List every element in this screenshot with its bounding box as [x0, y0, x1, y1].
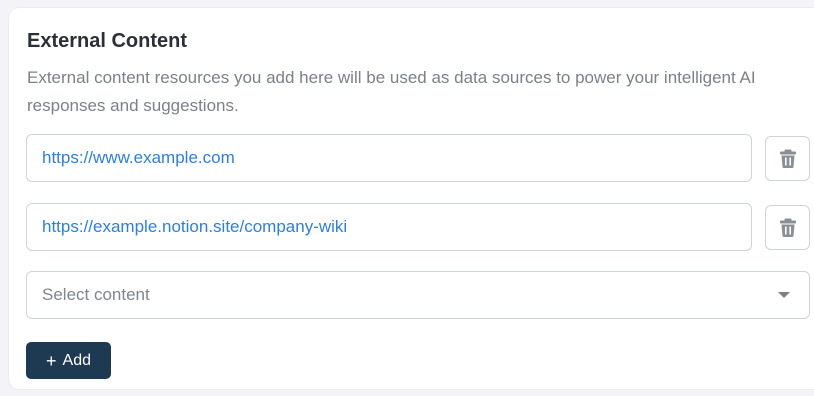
section-description: External content resources you add here …	[27, 68, 756, 115]
caret-down-icon	[778, 292, 790, 298]
delete-resource-button[interactable]	[765, 135, 810, 181]
plus-icon: +	[46, 350, 57, 371]
add-button-label: Add	[62, 351, 91, 369]
trash-icon	[779, 149, 796, 168]
content-select-placeholder: Select content	[42, 285, 150, 304]
add-content-button[interactable]: + Add	[26, 342, 111, 379]
trash-icon	[779, 218, 796, 237]
section-title: External Content	[27, 30, 188, 52]
resource-row	[26, 134, 810, 182]
resource-url-input[interactable]	[26, 203, 752, 251]
resource-url-input[interactable]	[26, 134, 752, 182]
resource-row	[26, 203, 810, 251]
delete-resource-button[interactable]	[765, 204, 810, 250]
external-content-card: External Content External content resour…	[9, 8, 814, 389]
content-select[interactable]: Select content	[26, 271, 810, 319]
